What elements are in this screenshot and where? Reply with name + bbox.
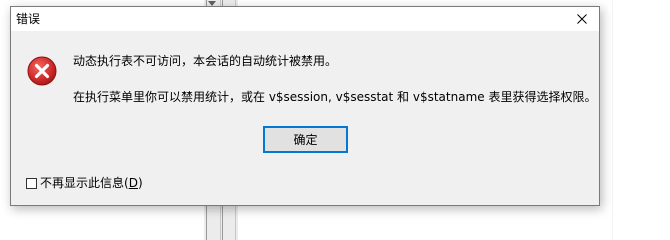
error-icon [27,56,57,86]
background-edge [612,0,613,240]
close-icon [577,14,587,24]
screen: 错误 动态执行表不可访问，本会话的自动统计被禁用。 在执行菜单里你可以禁用统计，… [0,0,670,240]
label-mnemonic: D [128,176,138,190]
error-dialog: 错误 动态执行表不可访问，本会话的自动统计被禁用。 在执行菜单里你可以禁用统计，… [10,6,600,206]
ok-button[interactable]: 确定 [263,126,348,153]
dialog-title: 错误 [16,12,41,26]
dont-show-again-label: 不再显示此信息(D) [40,176,143,190]
ok-button-label: 确定 [293,133,318,147]
title-bar[interactable]: 错误 [11,7,599,31]
dont-show-again-checkbox[interactable] [26,177,37,189]
dont-show-again-option[interactable]: 不再显示此信息(D) [26,175,143,191]
label-prefix: 不再显示此信息( [40,176,129,190]
error-message-line-1: 动态执行表不可访问，本会话的自动统计被禁用。 [73,54,338,68]
error-message-line-2: 在执行菜单里你可以禁用统计，或在 v$session, v$sesstat 和 … [73,90,597,104]
close-button[interactable] [565,7,599,31]
label-suffix: ) [137,176,143,190]
